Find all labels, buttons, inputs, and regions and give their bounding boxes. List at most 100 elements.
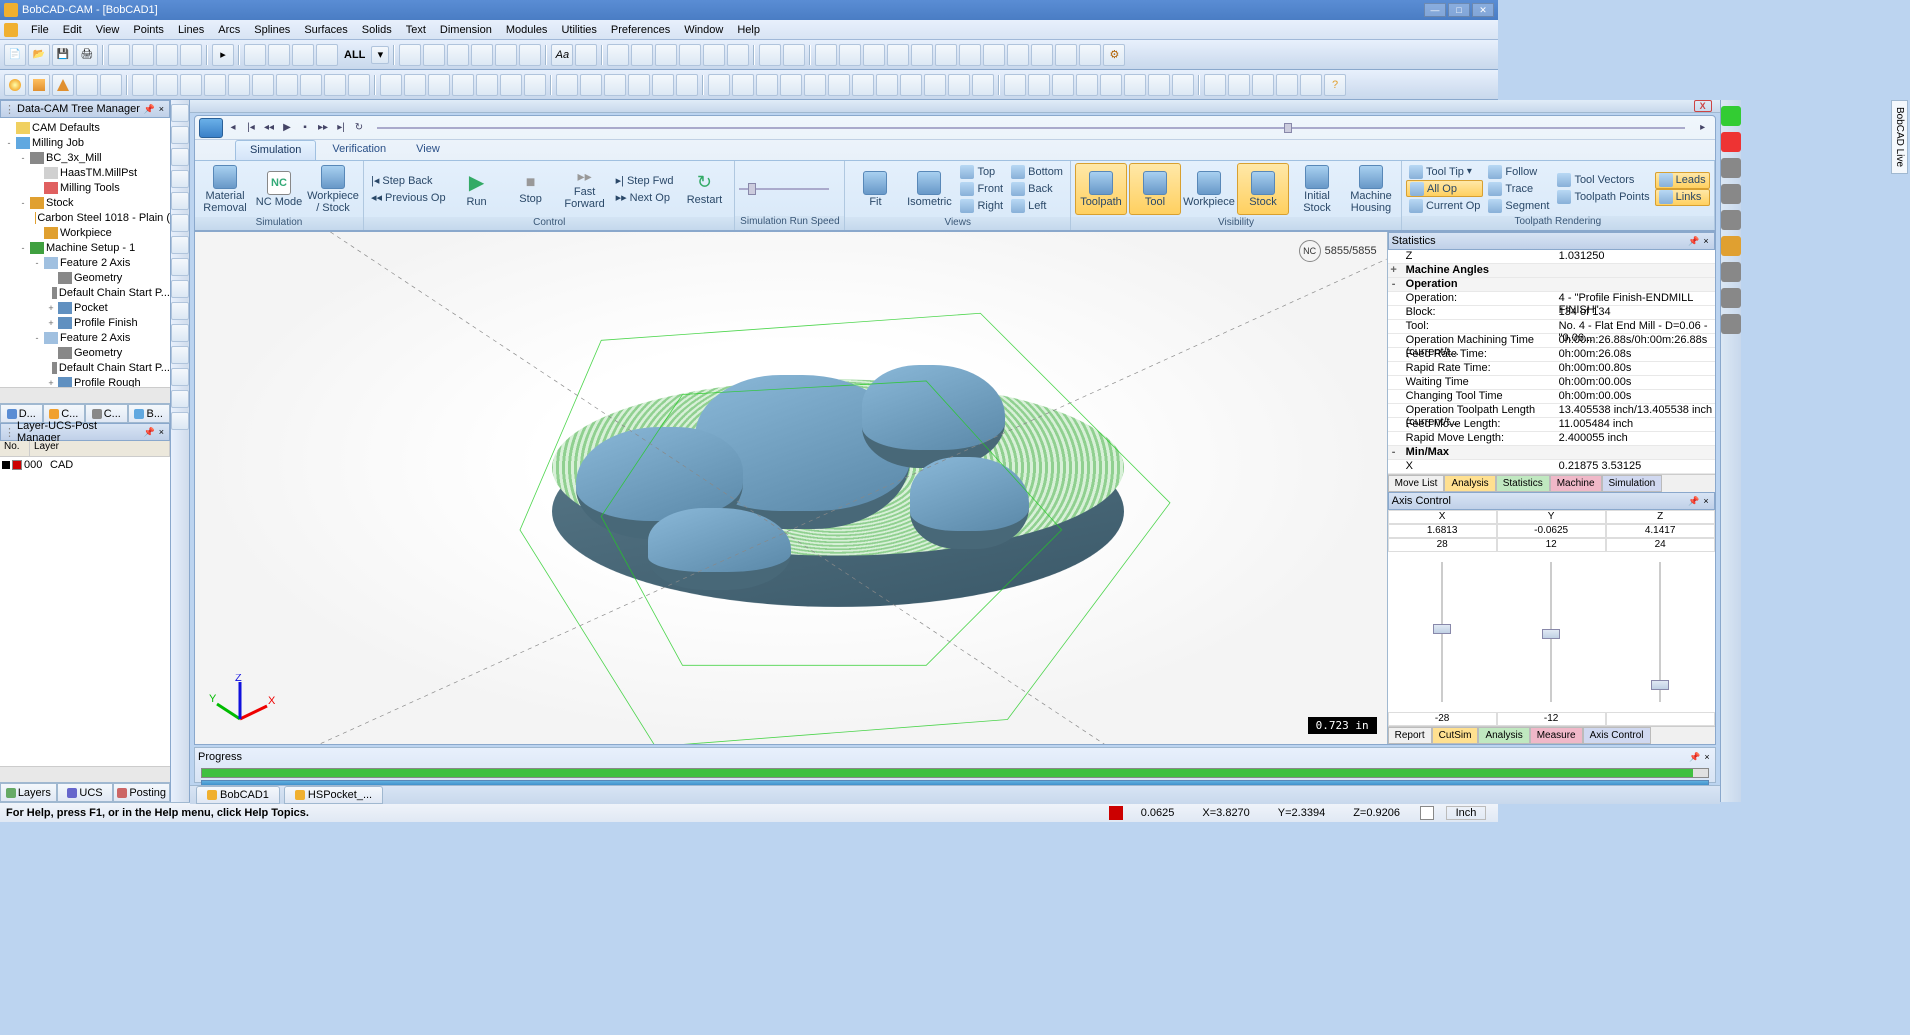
tree-item[interactable]: -Milling Job xyxy=(0,135,170,150)
vtool-icon[interactable] xyxy=(171,258,189,276)
scrollbar-h[interactable] xyxy=(0,387,170,403)
menu-text[interactable]: Text xyxy=(399,22,433,38)
dropdown-icon[interactable]: ▾ xyxy=(371,46,389,64)
view-icon[interactable] xyxy=(580,74,602,96)
rv-icon[interactable] xyxy=(1721,288,1741,308)
menu-view[interactable]: View xyxy=(89,22,127,38)
doc-tab[interactable]: BobCAD1 xyxy=(196,786,280,804)
view-icon[interactable] xyxy=(628,74,650,96)
snap-icon[interactable] xyxy=(972,74,994,96)
tree-item[interactable]: -Stock xyxy=(0,195,170,210)
axis-x-slider[interactable] xyxy=(1388,552,1497,712)
cylinder-icon[interactable] xyxy=(76,74,98,96)
vis-stock-button[interactable]: Stock xyxy=(1237,163,1289,215)
scrollbar-h[interactable] xyxy=(0,766,170,782)
panel-close-icon[interactable]: × xyxy=(1701,236,1710,246)
cube-icon[interactable] xyxy=(28,74,50,96)
menu-utilities[interactable]: Utilities xyxy=(554,22,603,38)
tb-icon[interactable] xyxy=(1007,44,1029,66)
snap-icon[interactable] xyxy=(780,74,802,96)
solid-icon[interactable] xyxy=(204,74,226,96)
view-back-button[interactable]: Back xyxy=(1008,181,1066,198)
toolvectors-toggle[interactable]: Tool Vectors xyxy=(1554,172,1652,189)
tree-item[interactable]: +Pocket xyxy=(0,300,170,315)
vtool-icon[interactable] xyxy=(171,148,189,166)
menu-preferences[interactable]: Preferences xyxy=(604,22,677,38)
misc-icon[interactable] xyxy=(1100,74,1122,96)
layer-visible-toggle[interactable] xyxy=(12,460,22,470)
menu-window[interactable]: Window xyxy=(677,22,730,38)
misc-icon[interactable] xyxy=(1228,74,1250,96)
snap-icon[interactable] xyxy=(732,74,754,96)
tree-item[interactable]: -Machine Setup - 1 xyxy=(0,240,170,255)
step-back-button[interactable]: |◂Step Back xyxy=(368,172,449,189)
tree-item[interactable]: HaasTM.MillPst xyxy=(0,165,170,180)
copy-button[interactable] xyxy=(132,44,154,66)
view-icon[interactable] xyxy=(604,74,626,96)
restart-button[interactable]: ↻Restart xyxy=(678,163,730,215)
vtool-icon[interactable] xyxy=(171,236,189,254)
panel-pin-icon[interactable]: 📌 xyxy=(1686,496,1701,507)
torus-icon[interactable] xyxy=(100,74,122,96)
panel-pin-icon[interactable]: 📌 xyxy=(142,104,157,115)
tb-icon[interactable] xyxy=(316,44,338,66)
menu-app-icon[interactable] xyxy=(4,23,18,37)
vis-toolpath-button[interactable]: Toolpath xyxy=(1075,163,1127,215)
isometric-button[interactable]: Isometric xyxy=(903,163,955,215)
progress-bar[interactable] xyxy=(201,768,1709,778)
previous-op-button[interactable]: ◂◂Previous Op xyxy=(368,189,449,206)
tab-analysis2[interactable]: Analysis xyxy=(1478,727,1529,744)
tab-report[interactable]: Report xyxy=(1388,727,1432,744)
view-left-button[interactable]: Left xyxy=(1008,198,1066,215)
tree-item[interactable]: -BC_3x_Mill xyxy=(0,150,170,165)
leads-toggle[interactable]: Leads xyxy=(1655,172,1710,189)
tb-icon[interactable] xyxy=(495,44,517,66)
tab-analysis[interactable]: Analysis xyxy=(1444,475,1495,492)
vtool-icon[interactable] xyxy=(171,346,189,364)
menu-arcs[interactable]: Arcs xyxy=(211,22,247,38)
tb-icon[interactable] xyxy=(423,44,445,66)
menu-file[interactable]: File xyxy=(24,22,56,38)
view-icon[interactable] xyxy=(676,74,698,96)
status-unit[interactable]: Inch xyxy=(1446,806,1486,820)
tb-icon[interactable] xyxy=(292,44,314,66)
tree-item[interactable]: -Feature 2 Axis xyxy=(0,255,170,270)
solid-icon[interactable] xyxy=(276,74,298,96)
misc-icon[interactable] xyxy=(1172,74,1194,96)
tab-statistics[interactable]: Statistics xyxy=(1496,475,1550,492)
tab-posting[interactable]: Posting xyxy=(113,783,170,802)
rv-icon[interactable] xyxy=(1721,210,1741,230)
vtool-icon[interactable] xyxy=(171,368,189,386)
misc-icon[interactable] xyxy=(1028,74,1050,96)
tab-simulation[interactable]: Simulation xyxy=(235,140,316,160)
tree-item[interactable]: Workpiece xyxy=(0,225,170,240)
tab-ucs[interactable]: UCS xyxy=(57,783,114,802)
snap-icon[interactable] xyxy=(900,74,922,96)
check-icon[interactable] xyxy=(1721,106,1741,126)
misc-icon[interactable] xyxy=(1052,74,1074,96)
tb-icon[interactable] xyxy=(471,44,493,66)
view-icon[interactable] xyxy=(500,74,522,96)
maximize-button[interactable]: □ xyxy=(1448,3,1470,17)
snap-icon[interactable] xyxy=(876,74,898,96)
tab-movelist[interactable]: Move List xyxy=(1388,475,1445,492)
toolpathpoints-toggle[interactable]: Toolpath Points xyxy=(1554,189,1652,206)
new-button[interactable]: 📄 xyxy=(4,44,26,66)
gear-icon[interactable]: ⚙ xyxy=(1103,44,1125,66)
misc-icon[interactable] xyxy=(1252,74,1274,96)
view-icon[interactable] xyxy=(452,74,474,96)
solid-icon[interactable] xyxy=(228,74,250,96)
3d-viewport[interactable]: NC 5855/5855 0.723 in X Y Z xyxy=(195,232,1387,744)
solid-icon[interactable] xyxy=(132,74,154,96)
menu-edit[interactable]: Edit xyxy=(56,22,89,38)
currentop-toggle[interactable]: Current Op xyxy=(1406,197,1483,214)
tb-icon[interactable] xyxy=(631,44,653,66)
nc-mode-button[interactable]: NCNC Mode xyxy=(253,163,305,215)
tab-cutsim[interactable]: CutSim xyxy=(1432,727,1479,744)
tree-item[interactable]: -Feature 2 Axis xyxy=(0,330,170,345)
ribbon-play-icon[interactable]: ▶ xyxy=(279,120,295,136)
view-icon[interactable] xyxy=(524,74,546,96)
tb-icon[interactable] xyxy=(268,44,290,66)
help-icon[interactable]: ? xyxy=(1324,74,1346,96)
follow-toggle[interactable]: Follow xyxy=(1485,163,1552,180)
